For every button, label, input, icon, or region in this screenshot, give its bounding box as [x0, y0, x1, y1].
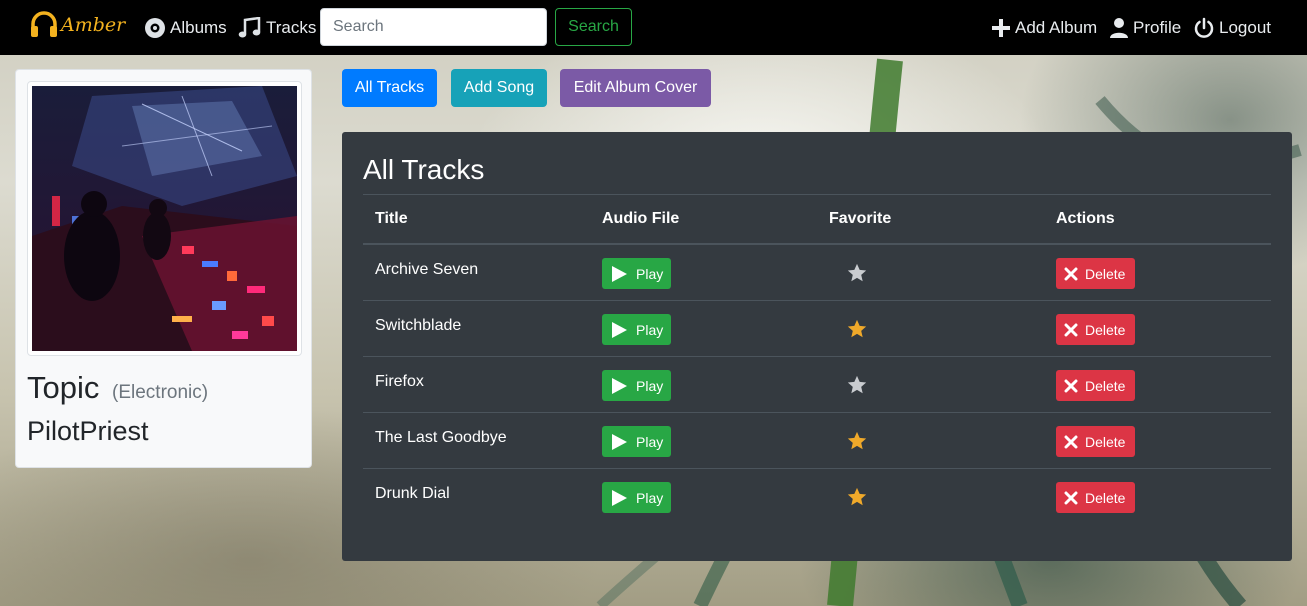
headphones-icon	[31, 11, 57, 37]
profile-link[interactable]: Profile	[1109, 0, 1181, 55]
profile-label: Profile	[1133, 17, 1182, 37]
close-icon	[1064, 491, 1078, 504]
add-song-button[interactable]: Add Song	[451, 69, 547, 107]
top-navbar: Amber Albums Tracks Search Add Album Pro	[0, 0, 1307, 55]
play-button[interactable]: Play	[602, 258, 671, 289]
table-row: Switchblade Play Delete	[363, 301, 1271, 357]
tracks-panel: All Tracks Title Audio File Favorite Act…	[342, 132, 1292, 561]
logout-label: Logout	[1219, 17, 1271, 37]
table-row: Drunk Dial Play Delete	[363, 469, 1271, 525]
play-label: Play	[636, 321, 664, 338]
play-button[interactable]: Play	[602, 426, 671, 457]
column-header-favorite: Favorite	[829, 210, 892, 227]
album-name: Topic	[27, 370, 100, 405]
logout-link[interactable]: Logout	[1193, 0, 1271, 55]
delete-button[interactable]: Delete	[1056, 482, 1135, 513]
nav-tracks-label: Tracks	[266, 17, 317, 37]
close-icon	[1064, 435, 1078, 448]
album-genre: (Electronic)	[112, 382, 209, 403]
column-header-audio-file: Audio File	[602, 210, 680, 227]
delete-label: Delete	[1085, 377, 1126, 394]
music-note-icon	[238, 16, 261, 37]
favorite-star-icon[interactable]	[846, 430, 868, 452]
track-title: Firefox	[375, 373, 424, 390]
play-button[interactable]: Play	[602, 370, 671, 401]
track-title: Archive Seven	[375, 261, 479, 278]
delete-label: Delete	[1085, 489, 1126, 506]
play-button[interactable]: Play	[602, 482, 671, 513]
close-icon	[1064, 323, 1078, 336]
brand-logo[interactable]: Amber	[30, 10, 125, 40]
all-tracks-button[interactable]: All Tracks	[342, 69, 437, 107]
table-row: The Last Goodbye Play Delete	[363, 413, 1271, 469]
album-title: Topic (Electronic)	[27, 370, 208, 406]
delete-button[interactable]: Delete	[1056, 258, 1135, 289]
play-icon	[612, 377, 627, 394]
add-album-link[interactable]: Add Album	[991, 0, 1097, 55]
power-icon	[1194, 17, 1214, 38]
delete-button[interactable]: Delete	[1056, 314, 1135, 345]
delete-label: Delete	[1085, 265, 1126, 282]
delete-label: Delete	[1085, 433, 1126, 450]
column-header-title: Title	[375, 210, 408, 227]
track-title: The Last Goodbye	[375, 429, 507, 446]
album-artist: PilotPriest	[27, 416, 149, 446]
user-icon	[1110, 17, 1128, 38]
album-cover-frame	[27, 81, 302, 356]
table-row: Archive Seven Play Delete	[363, 245, 1271, 301]
track-title: Drunk Dial	[375, 485, 450, 502]
panel-title: All Tracks	[363, 154, 485, 185]
album-card: Topic (Electronic) PilotPriest	[15, 69, 312, 468]
disc-icon	[145, 17, 165, 38]
close-icon	[1064, 267, 1078, 280]
brand-name: Amber	[61, 14, 126, 36]
search-input[interactable]	[320, 8, 547, 46]
play-label: Play	[636, 377, 664, 394]
close-icon	[1064, 379, 1078, 392]
search-button[interactable]: Search	[555, 8, 632, 46]
delete-button[interactable]: Delete	[1056, 370, 1135, 401]
play-icon	[612, 489, 627, 506]
delete-button[interactable]: Delete	[1056, 426, 1135, 457]
album-cover-image	[32, 86, 297, 351]
play-label: Play	[636, 489, 664, 506]
nav-tracks-link[interactable]: Tracks	[238, 0, 316, 55]
column-header-actions: Actions	[1056, 210, 1115, 227]
favorite-star-icon[interactable]	[846, 374, 868, 396]
favorite-star-icon[interactable]	[846, 486, 868, 508]
plus-icon	[992, 18, 1010, 37]
nav-albums-link[interactable]: Albums	[144, 0, 227, 55]
table-row: Firefox Play Delete	[363, 357, 1271, 413]
favorite-star-icon[interactable]	[846, 262, 868, 284]
favorite-star-icon[interactable]	[846, 318, 868, 340]
play-icon	[612, 433, 627, 450]
play-label: Play	[636, 265, 664, 282]
play-icon	[612, 265, 627, 282]
edit-album-cover-button[interactable]: Edit Album Cover	[560, 69, 711, 107]
delete-label: Delete	[1085, 321, 1126, 338]
add-album-label: Add Album	[1015, 17, 1098, 37]
play-icon	[612, 321, 627, 338]
divider	[363, 194, 1271, 195]
track-title: Switchblade	[375, 317, 462, 334]
nav-albums-label: Albums	[170, 17, 227, 37]
play-button[interactable]: Play	[602, 314, 671, 345]
play-label: Play	[636, 433, 664, 450]
